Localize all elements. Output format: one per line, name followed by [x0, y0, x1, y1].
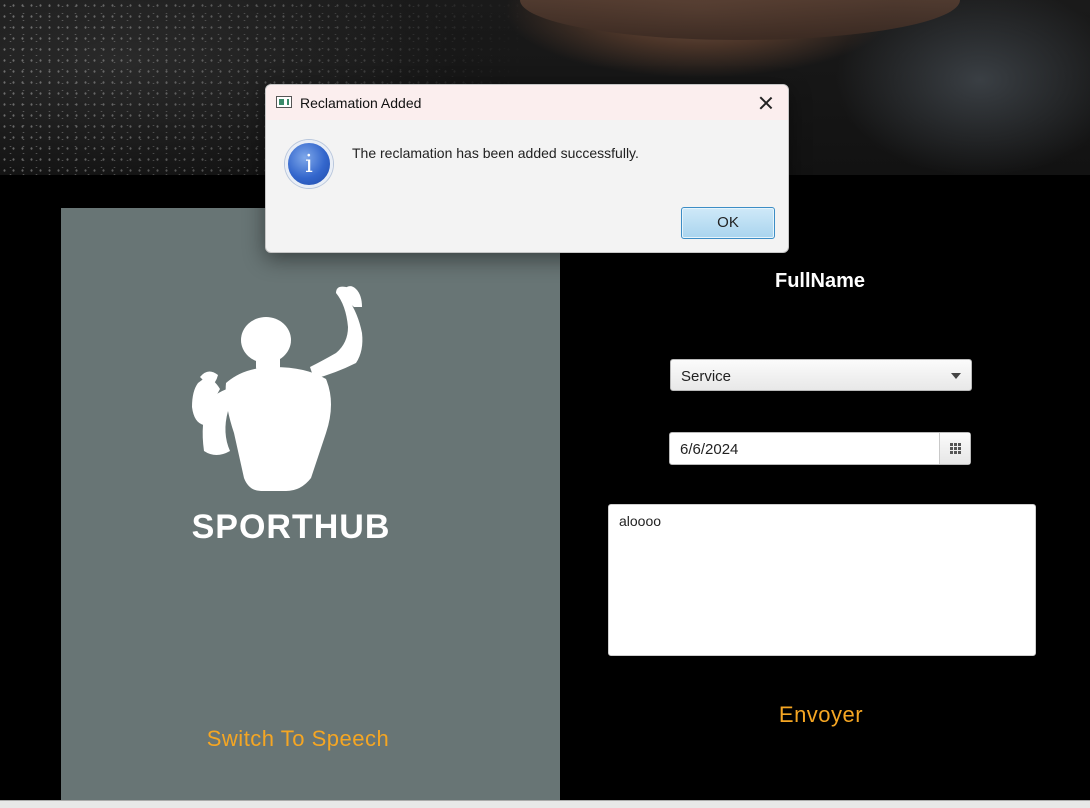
- left-panel: SPORTHUB Switch To Speech: [61, 208, 560, 800]
- date-field-value[interactable]: 6/6/2024: [680, 441, 738, 458]
- close-icon[interactable]: [754, 91, 778, 115]
- ok-button[interactable]: OK: [681, 207, 775, 239]
- switch-to-speech-button[interactable]: Switch To Speech: [198, 726, 398, 752]
- service-select[interactable]: Service: [670, 359, 972, 391]
- message-textarea[interactable]: aloooo: [608, 504, 1036, 656]
- dialog-titlebar[interactable]: Reclamation Added: [266, 85, 788, 120]
- app-window-icon: [276, 96, 292, 108]
- calendar-button[interactable]: [939, 433, 970, 464]
- service-select-value: Service: [681, 368, 732, 385]
- date-picker[interactable]: 6/6/2024: [669, 432, 971, 465]
- info-glyph: i: [305, 150, 313, 178]
- dialog-message: The reclamation has been added successfu…: [352, 145, 639, 161]
- dialog-title: Reclamation Added: [300, 95, 422, 111]
- fullname-label: FullName: [774, 270, 866, 292]
- reclamation-added-dialog: Reclamation Added i The reclamation has …: [265, 84, 789, 253]
- flexing-man-icon: [192, 286, 363, 491]
- envoyer-button[interactable]: Envoyer: [740, 702, 902, 728]
- info-icon: i: [285, 140, 333, 188]
- calendar-icon: [950, 443, 961, 454]
- brand-title: SPORTHUB: [191, 508, 391, 546]
- chevron-down-icon: [951, 373, 961, 379]
